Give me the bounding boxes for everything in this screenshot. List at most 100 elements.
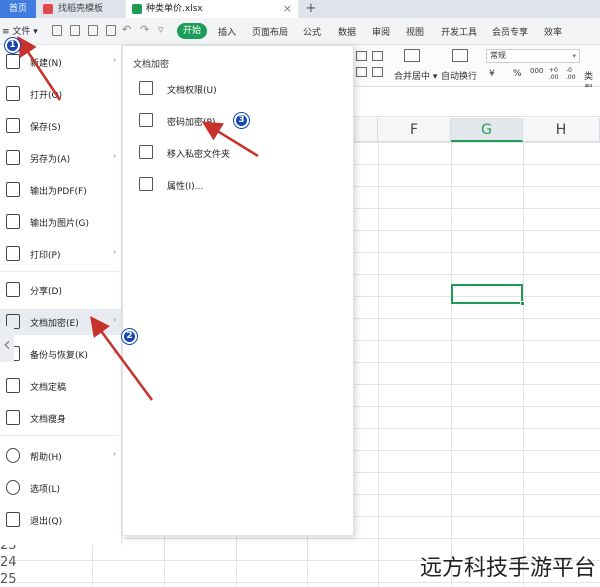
file-menu-item-export-pdf[interactable]: 输出为PDF(F): [0, 177, 122, 203]
merge-center-button[interactable]: 合并居中 ▾: [394, 69, 437, 82]
ribbon-tab-insert[interactable]: 插入: [218, 25, 236, 38]
percent-button[interactable]: %: [513, 69, 522, 79]
column-header-g[interactable]: G: [451, 118, 523, 142]
file-menu-button[interactable]: ≡ 文件 ▾: [2, 24, 38, 37]
increase-decimal-button[interactable]: +0 .00: [549, 67, 563, 81]
indent-icon[interactable]: [356, 67, 367, 77]
finalize-icon: [6, 378, 20, 393]
file-menu-item-options[interactable]: 选项(L): [0, 475, 122, 501]
file-menu-item-label: 文档瘦身: [30, 415, 67, 425]
file-menu-item-exit[interactable]: 退出(Q): [0, 507, 122, 533]
file-menu-item-new[interactable]: 新建(N) ›: [0, 49, 122, 75]
file-menu-item-save-as[interactable]: 另存为(A) ›: [0, 145, 122, 171]
grid-line: [378, 142, 379, 586]
file-menu-item-export-image[interactable]: 输出为图片(G): [0, 209, 122, 235]
print-icon[interactable]: [88, 25, 98, 36]
merge-center-label: 合并居中: [394, 72, 431, 82]
save-icon[interactable]: [52, 25, 62, 36]
tab-template[interactable]: 找稻壳模板: [38, 0, 120, 18]
quick-toolbar: ≡ 文件 ▾ ↶ ↷ ▿ 开始 插入 页面布局 公式 数据 审阅 视图 开发工具…: [0, 18, 600, 45]
spreadsheet-icon: [132, 4, 142, 14]
file-menu-item-finalize[interactable]: 文档定稿: [0, 373, 122, 399]
ribbon-tab-efficiency[interactable]: 效率: [544, 25, 562, 38]
row-number[interactable]: 24: [0, 555, 17, 570]
new-tab-button[interactable]: +: [304, 0, 318, 18]
tab-template-label: 找稻壳模板: [58, 4, 104, 14]
column-header-e[interactable]: [354, 118, 378, 142]
file-menu-item-save[interactable]: 保存(S): [0, 113, 122, 139]
number-format-value: 常规: [490, 51, 506, 60]
menu-divider: [0, 435, 122, 436]
close-icon[interactable]: ×: [283, 0, 292, 18]
file-menu-item-label: 保存(S): [30, 123, 61, 133]
more-icon[interactable]: ▿: [158, 23, 164, 36]
file-menu-item-label: 输出为PDF(F): [30, 187, 87, 197]
file-menu-item-help[interactable]: 帮助(H) ›: [0, 443, 122, 469]
ribbon-tab-data[interactable]: 数据: [338, 25, 356, 38]
orientation-icon[interactable]: [372, 67, 383, 77]
tab-home[interactable]: 首页: [0, 0, 36, 18]
tab-file[interactable]: 种类单价.xlsx ×: [126, 0, 298, 18]
row-number[interactable]: 25: [0, 572, 17, 587]
collapse-handle[interactable]: ‹: [0, 326, 14, 362]
file-menu-panel: 新建(N) › 打开(O) 保存(S) 另存为(A) › 输出为PDF(F) 输…: [0, 45, 122, 545]
wrap-text-button[interactable]: 自动换行: [441, 69, 477, 82]
save-as-icon: [6, 150, 20, 165]
align-left-icon[interactable]: [356, 51, 367, 61]
thousands-button[interactable]: 000: [530, 67, 543, 75]
undo-icon[interactable]: ↶: [122, 23, 131, 36]
chevron-right-icon: ›: [113, 450, 116, 458]
ribbon-tab-member[interactable]: 会员专享: [492, 25, 528, 38]
file-menu-item-label: 帮助(H): [30, 453, 62, 463]
file-menu-item-share[interactable]: 分享(D): [0, 277, 122, 303]
currency-button[interactable]: ¥: [489, 69, 495, 79]
redo-icon[interactable]: ↷: [140, 23, 149, 36]
file-menu-item-slim[interactable]: 文档瘦身: [0, 405, 122, 431]
ribbon-tab-developer[interactable]: 开发工具: [441, 25, 477, 38]
gear-icon: [6, 480, 20, 495]
submenu-item-label: 文档权限(U): [167, 86, 217, 96]
column-header-f[interactable]: F: [378, 118, 451, 142]
merge-icon[interactable]: [404, 49, 420, 62]
export-icon[interactable]: [70, 25, 80, 36]
file-menu-item-encrypt[interactable]: 文档加密(E) ›: [0, 309, 122, 335]
number-format-select[interactable]: 常规 ▾: [486, 49, 580, 63]
grid-line: [451, 142, 452, 586]
fill-handle[interactable]: [520, 301, 525, 306]
preview-icon[interactable]: [106, 25, 116, 36]
chevron-right-icon: ›: [113, 348, 116, 356]
file-menu-item-print[interactable]: 打印(P) ›: [0, 241, 122, 267]
align-center-icon[interactable]: [372, 51, 383, 61]
submenu-item-permissions[interactable]: 文档权限(U): [139, 79, 339, 99]
ribbon-tab-review[interactable]: 审阅: [372, 25, 390, 38]
submenu-item-private-folder[interactable]: 移入私密文件夹: [139, 143, 339, 163]
file-menu-item-label: 文档加密(E): [30, 319, 79, 329]
column-header-h[interactable]: H: [523, 118, 600, 142]
submenu-item-properties[interactable]: 属性(I)...: [139, 175, 339, 195]
submenu-item-label: 属性(I)...: [167, 182, 204, 192]
file-menu-item-open[interactable]: 打开(O): [0, 81, 122, 107]
chevron-right-icon: ›: [113, 152, 116, 160]
file-menu-item-backup[interactable]: 备份与恢复(K) ›: [0, 341, 122, 367]
chevron-right-icon: ›: [113, 56, 116, 64]
annotation-badge-1: 1: [5, 38, 20, 53]
chevron-right-icon: ›: [113, 248, 116, 256]
decrease-decimal-button[interactable]: -0 .00: [566, 67, 580, 81]
exit-icon: [6, 512, 20, 527]
tab-bar: 首页 找稻壳模板 种类单价.xlsx × +: [0, 0, 600, 18]
ribbon-tab-view[interactable]: 视图: [406, 25, 424, 38]
menu-divider: [0, 271, 122, 272]
document-permission-icon: [139, 81, 153, 95]
selected-cell[interactable]: [451, 284, 525, 306]
private-folder-icon: [139, 145, 153, 159]
new-file-icon: [6, 54, 20, 69]
file-menu-item-label: 打印(P): [30, 251, 61, 261]
ribbon-tab-layout[interactable]: 页面布局: [252, 25, 288, 38]
chevron-down-icon: ▾: [572, 52, 576, 60]
file-menu-item-label: 选项(L): [30, 485, 61, 495]
file-menu-item-label: 文档定稿: [30, 383, 67, 393]
ribbon-tab-start[interactable]: 开始: [177, 23, 207, 39]
wrap-text-icon[interactable]: [452, 49, 468, 62]
ribbon-tab-formula[interactable]: 公式: [303, 25, 321, 38]
password-lock-icon: [139, 113, 153, 127]
